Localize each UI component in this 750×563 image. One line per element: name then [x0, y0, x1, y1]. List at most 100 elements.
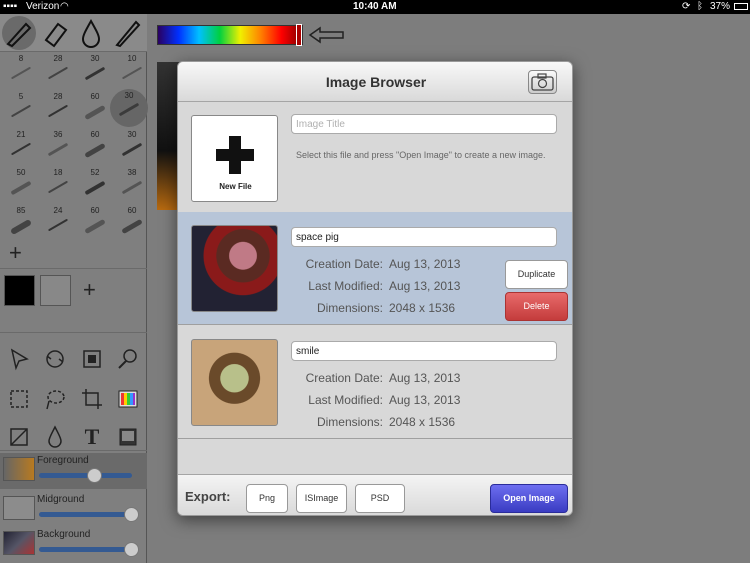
creation-date: Creation Date: Aug 13, 2013 — [305, 371, 461, 385]
eraser-tool-button[interactable] — [38, 16, 72, 50]
brush-preset[interactable]: 28 — [43, 92, 73, 128]
brush-preset[interactable]: 24 — [43, 206, 73, 242]
delete-button[interactable]: Delete — [505, 292, 568, 321]
add-color-icon[interactable]: + — [83, 279, 96, 301]
export-psd-button[interactable]: PSD — [355, 484, 405, 513]
brush-preset[interactable]: 50 — [6, 168, 36, 204]
brush-preset[interactable]: 5 — [6, 92, 36, 128]
tool-sidebar: 8 28 30 10 5 28 60 30 21 36 60 30 50 18 52 38 85 24 60 60 +… — [0, 14, 148, 563]
tool-selector — [0, 14, 147, 52]
brush-size-label: 30 — [127, 130, 137, 139]
brush-stroke-preview — [10, 180, 32, 196]
brush-preset[interactable]: 38 — [117, 168, 147, 204]
layer-midground[interactable]: Midground — [0, 492, 147, 528]
brush-size-label: 38 — [127, 168, 137, 177]
color-spectrum-marker[interactable] — [296, 24, 302, 46]
text-tool-icon[interactable]: T — [80, 425, 104, 449]
color-spectrum-bar[interactable] — [157, 25, 303, 45]
opacity-slider[interactable] — [39, 512, 132, 517]
brush-size-label: 60 — [90, 130, 100, 139]
filter-icon[interactable] — [7, 425, 31, 449]
lasso-icon[interactable] — [43, 387, 67, 411]
brush-preset[interactable]: 18 — [43, 168, 73, 204]
file-title-input[interactable] — [291, 227, 557, 247]
opacity-slider[interactable] — [39, 473, 132, 478]
brush-preset[interactable]: 30 — [80, 54, 110, 90]
file-title-input[interactable] — [291, 341, 557, 361]
brush-preset[interactable]: 60 — [80, 130, 110, 166]
crop-icon[interactable] — [80, 387, 104, 411]
layer-name: Background — [37, 529, 91, 540]
brush-stroke-preview — [118, 102, 140, 117]
brush-preset[interactable]: 30 — [110, 89, 148, 127]
file-row-smile[interactable]: Creation Date:Aug 13, 2013 Last Modified… — [178, 326, 572, 439]
new-file-button[interactable]: New File — [191, 115, 278, 202]
brush-stroke-preview — [47, 104, 69, 118]
brush-stroke-preview — [10, 66, 32, 80]
brush-preset[interactable]: 30 — [117, 130, 147, 166]
brush-preset[interactable]: 60 — [80, 206, 110, 242]
battery-icon — [734, 3, 748, 10]
divider — [0, 268, 147, 269]
secondary-color-swatch[interactable] — [40, 275, 71, 306]
fill-drop-icon[interactable] — [43, 425, 67, 449]
brush-size-label: 60 — [127, 206, 137, 215]
brush-size-label: 10 — [127, 54, 137, 63]
brush-size-label: 21 — [16, 130, 26, 139]
primary-color-swatch[interactable] — [4, 275, 35, 306]
brush-size-label: 28 — [53, 54, 63, 63]
camera-button[interactable] — [528, 70, 557, 94]
brush-size-label: 60 — [90, 92, 100, 101]
file-thumbnail — [191, 339, 278, 426]
brush-preset[interactable]: 85 — [6, 206, 36, 242]
brush-preset[interactable]: 8 — [6, 54, 36, 90]
smudge-tool-button[interactable] — [74, 16, 108, 50]
brush-size-label: 30 — [124, 91, 134, 100]
export-isimage-button[interactable]: ISImage — [296, 484, 347, 513]
brush-stroke-preview — [47, 66, 69, 80]
signal-icon: ▪▪▪▪ — [3, 1, 18, 12]
opacity-slider[interactable] — [39, 547, 132, 552]
brush-preset[interactable]: 60 — [117, 206, 147, 242]
brush-stroke-preview — [121, 180, 143, 195]
magnify-icon[interactable] — [116, 347, 140, 371]
duplicate-button[interactable]: Duplicate — [505, 260, 568, 289]
brush-preset[interactable]: 21 — [6, 130, 36, 166]
brush-preset[interactable]: 36 — [43, 130, 73, 166]
new-file-label: New File — [219, 182, 252, 191]
rotate-icon[interactable] — [43, 347, 67, 371]
brush-preset[interactable]: 60 — [80, 92, 110, 128]
new-file-row[interactable]: New File Select this file and press "Ope… — [178, 102, 572, 215]
file-row-space-pig[interactable]: Creation Date:Aug 13, 2013 Last Modified… — [178, 212, 572, 325]
clock: 10:40 AM — [353, 1, 397, 12]
opacity-slider-knob[interactable] — [124, 507, 139, 522]
layer-thumbnail — [3, 531, 35, 555]
opacity-slider-knob[interactable] — [124, 542, 139, 557]
brush-tool-button[interactable] — [110, 16, 144, 50]
brush-preset[interactable]: 52 — [80, 168, 110, 204]
brush-stroke-preview — [10, 104, 32, 118]
open-image-button[interactable]: Open Image — [490, 484, 568, 513]
add-brush-icon[interactable]: + — [9, 242, 22, 264]
brush-preset[interactable]: 10 — [117, 54, 147, 90]
layer-background[interactable]: Background — [0, 527, 147, 563]
last-modified: Last Modified: Aug 13, 2013 — [308, 279, 461, 293]
color-adjust-icon[interactable] — [116, 387, 140, 411]
brush-stroke-preview — [84, 66, 106, 81]
export-png-button[interactable]: Png — [246, 484, 288, 513]
brush-stroke-preview — [84, 180, 106, 196]
transform-icon[interactable] — [80, 347, 104, 371]
pencil-tool-button[interactable] — [2, 16, 36, 50]
brush-size-label: 8 — [18, 54, 24, 63]
opacity-slider-knob[interactable] — [86, 468, 102, 483]
brush-stroke-preview — [47, 180, 69, 194]
select-arrow-icon[interactable] — [7, 347, 31, 371]
brush-size-label: 52 — [90, 168, 100, 177]
marquee-select-icon[interactable] — [7, 387, 31, 411]
brush-preset[interactable]: 28 — [43, 54, 73, 90]
layer-foreground[interactable]: Foreground — [0, 453, 147, 489]
image-title-input[interactable] — [291, 114, 557, 134]
brush-size-label: 18 — [53, 168, 63, 177]
image-browser-dialog: Image Browser New File Select this file … — [177, 61, 573, 516]
layer-panel-icon[interactable] — [116, 425, 140, 449]
